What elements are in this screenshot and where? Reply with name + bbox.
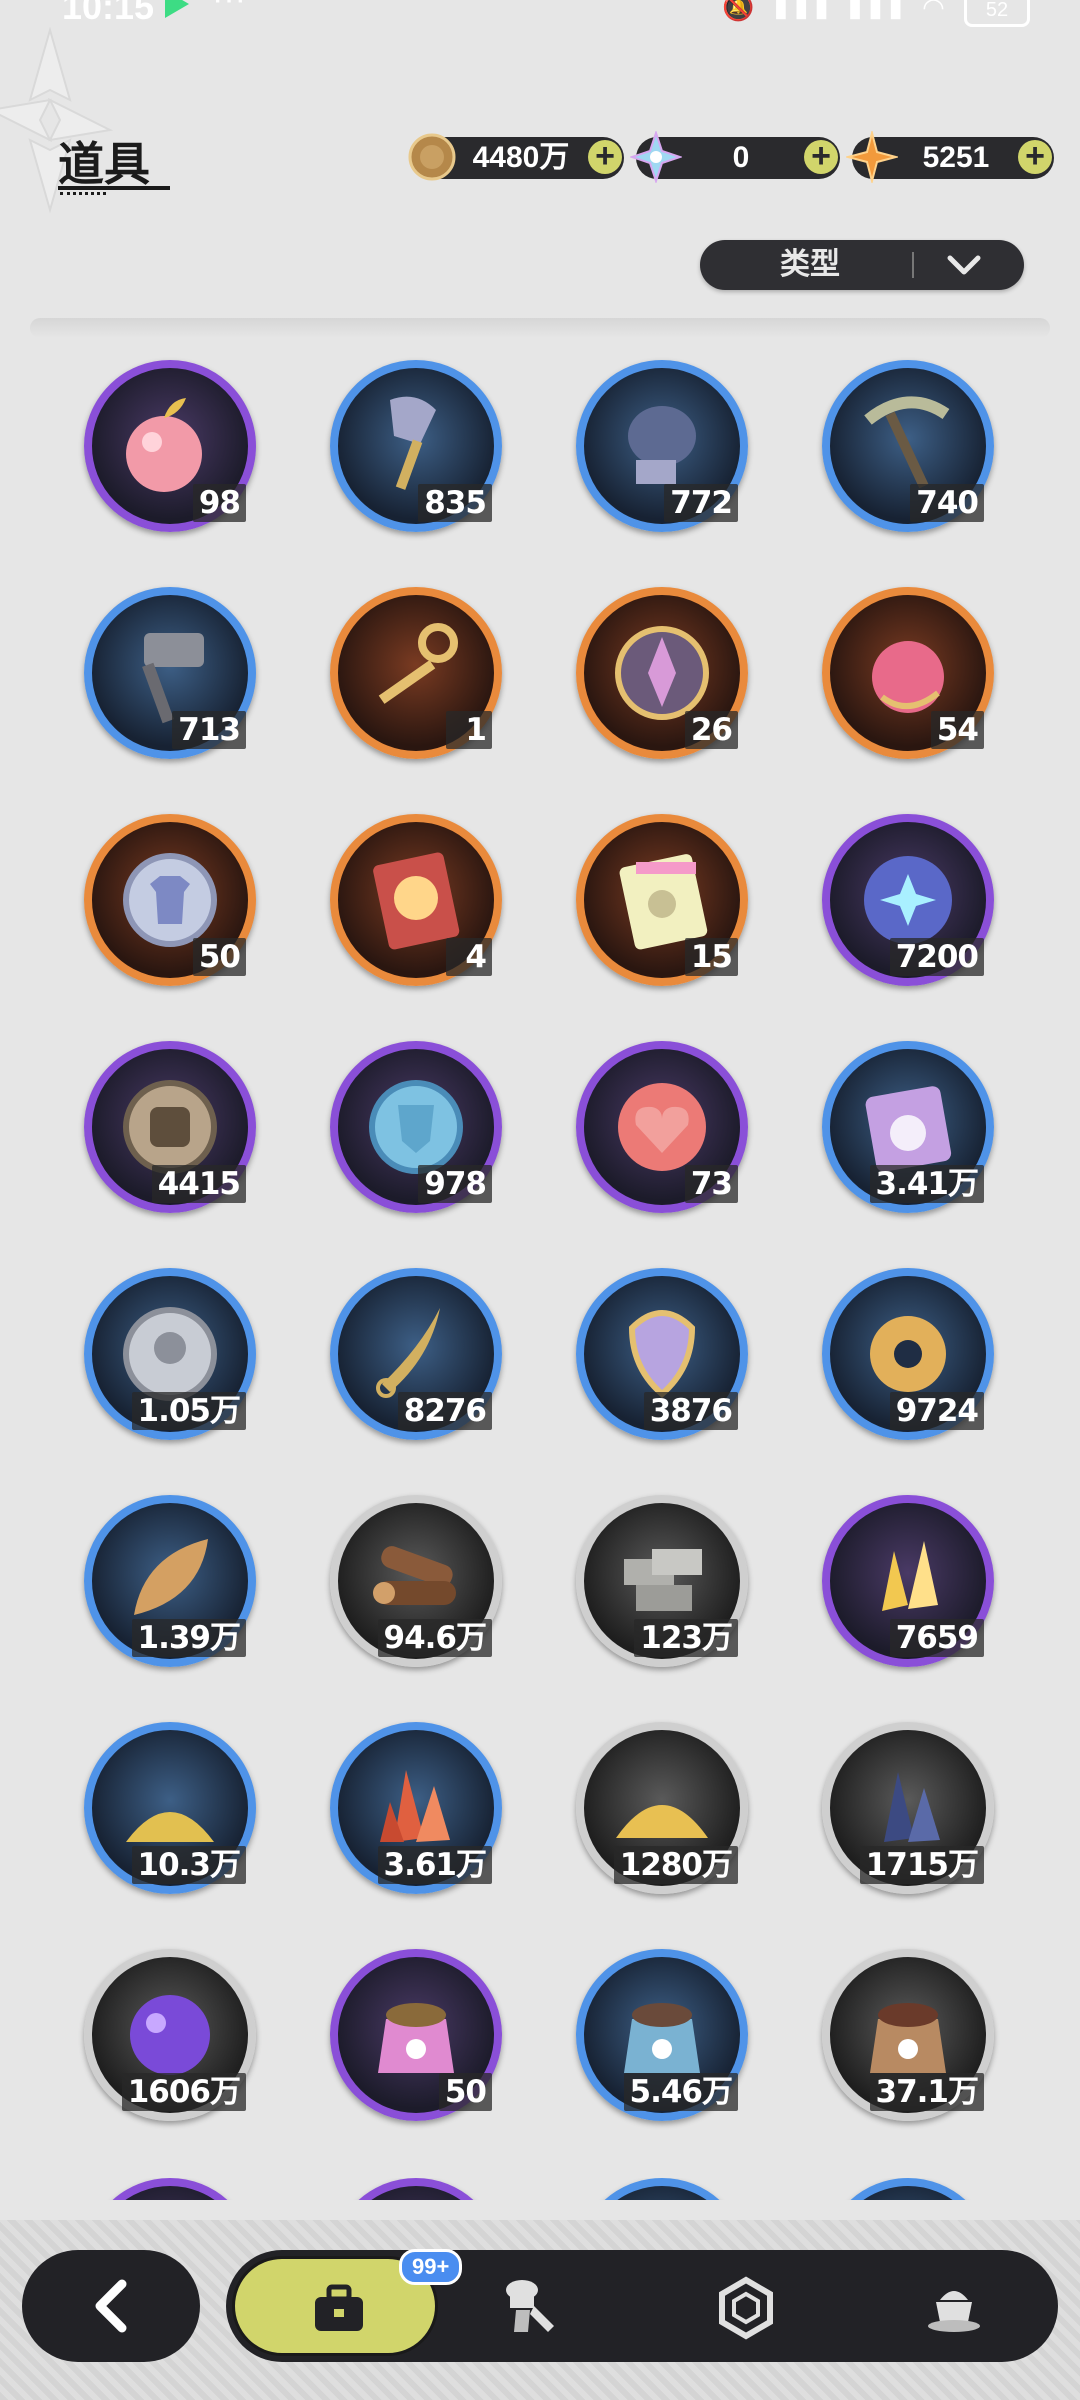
item-slot[interactable]: 1606万 bbox=[84, 1949, 256, 2121]
item-slot[interactable]: 4 bbox=[330, 814, 502, 986]
item-count: 54 bbox=[930, 711, 984, 749]
item-slot[interactable]: 50 bbox=[330, 1949, 502, 2121]
item-count: 1715万 bbox=[859, 1846, 984, 1884]
item-count: 3.61万 bbox=[377, 1846, 492, 1884]
item-slot[interactable]: 978 bbox=[330, 1041, 502, 1213]
item-slot[interactable]: 54 bbox=[822, 587, 994, 759]
item-count: 1 bbox=[446, 711, 492, 749]
item-count: 94.6万 bbox=[377, 1619, 492, 1657]
item-slot[interactable]: 98 bbox=[84, 360, 256, 532]
item-slot[interactable]: 9724 bbox=[822, 1268, 994, 1440]
item-count: 978 bbox=[418, 1165, 492, 1203]
item-slot[interactable]: 3.61万 bbox=[330, 1722, 502, 1894]
item-count: 740 bbox=[910, 484, 984, 522]
item-count: 5.46万 bbox=[623, 2073, 738, 2111]
item-count: 4 bbox=[446, 938, 492, 976]
chef-knife-icon[interactable] bbox=[496, 2276, 560, 2340]
item-count: 4415 bbox=[151, 1165, 246, 1203]
item-slot[interactable]: 3.41万 bbox=[822, 1041, 994, 1213]
item-count: 15 bbox=[684, 938, 738, 976]
item-slot[interactable]: 1.39万 bbox=[84, 1495, 256, 1667]
item-slot[interactable]: 7200 bbox=[822, 814, 994, 986]
item-count: 3.41万 bbox=[869, 1165, 984, 1203]
item-slot[interactable]: 772 bbox=[576, 360, 748, 532]
back-arrow-icon bbox=[95, 2279, 127, 2333]
item-count: 37.1万 bbox=[869, 2073, 984, 2111]
item-slot[interactable]: 15 bbox=[576, 814, 748, 986]
item-count: 1.05万 bbox=[131, 1392, 246, 1430]
item-slot[interactable]: 835 bbox=[330, 360, 502, 532]
bottom-nav: 99+ bbox=[226, 2249, 1058, 2362]
item-count: 3876 bbox=[643, 1392, 738, 1430]
back-button[interactable] bbox=[22, 2250, 200, 2362]
item-count: 772 bbox=[664, 484, 738, 522]
item-count: 98 bbox=[192, 484, 246, 522]
item-slot[interactable]: 123万 bbox=[576, 1495, 748, 1667]
notification-badge: 99+ bbox=[399, 2249, 463, 2285]
item-count: 1.39万 bbox=[131, 1619, 246, 1657]
item-slot[interactable]: 8276 bbox=[330, 1268, 502, 1440]
item-slot[interactable]: 26 bbox=[576, 587, 748, 759]
item-slot[interactable]: 4415 bbox=[84, 1041, 256, 1213]
item-count: 8276 bbox=[397, 1392, 492, 1430]
item-slot[interactable]: 37.1万 bbox=[822, 1949, 994, 2121]
item-slot[interactable]: 1 bbox=[330, 587, 502, 759]
item-count: 73 bbox=[684, 1165, 738, 1203]
item-slot[interactable]: 3876 bbox=[576, 1268, 748, 1440]
item-count: 1606万 bbox=[121, 2073, 246, 2111]
item-count: 835 bbox=[418, 484, 492, 522]
item-slot[interactable]: 5.46万 bbox=[576, 1949, 748, 2121]
item-slot[interactable]: 73 bbox=[576, 1041, 748, 1213]
hexagon-icon[interactable] bbox=[714, 2276, 778, 2340]
item-slot[interactable]: 7659 bbox=[822, 1495, 994, 1667]
item-slot[interactable]: 740 bbox=[822, 360, 994, 532]
item-count: 123万 bbox=[634, 1619, 738, 1657]
item-count: 50 bbox=[192, 938, 246, 976]
item-slot[interactable]: 1280万 bbox=[576, 1722, 748, 1894]
item-slot[interactable]: 1.05万 bbox=[84, 1268, 256, 1440]
item-count: 26 bbox=[684, 711, 738, 749]
item-grid: 98 835 772 740 713 1 26 54 50 4 15 7200 4415 978 73 3.4… bbox=[0, 0, 1080, 2200]
bag-icon bbox=[315, 2284, 363, 2331]
item-count: 7659 bbox=[889, 1619, 984, 1657]
item-count: 50 bbox=[438, 2073, 492, 2111]
item-slot[interactable]: 94.6万 bbox=[330, 1495, 502, 1667]
item-slot[interactable]: 10.3万 bbox=[84, 1722, 256, 1894]
item-count: 713 bbox=[172, 711, 246, 749]
item-slot[interactable]: 50 bbox=[84, 814, 256, 986]
item-slot[interactable]: 1715万 bbox=[822, 1722, 994, 1894]
item-count: 1280万 bbox=[613, 1846, 738, 1884]
item-count: 7200 bbox=[889, 938, 984, 976]
item-count: 10.3万 bbox=[131, 1846, 246, 1884]
pudding-icon[interactable] bbox=[922, 2276, 986, 2340]
tab-items[interactable]: 99+ bbox=[232, 2249, 463, 2356]
item-slot[interactable]: 713 bbox=[84, 587, 256, 759]
item-count: 9724 bbox=[889, 1392, 984, 1430]
